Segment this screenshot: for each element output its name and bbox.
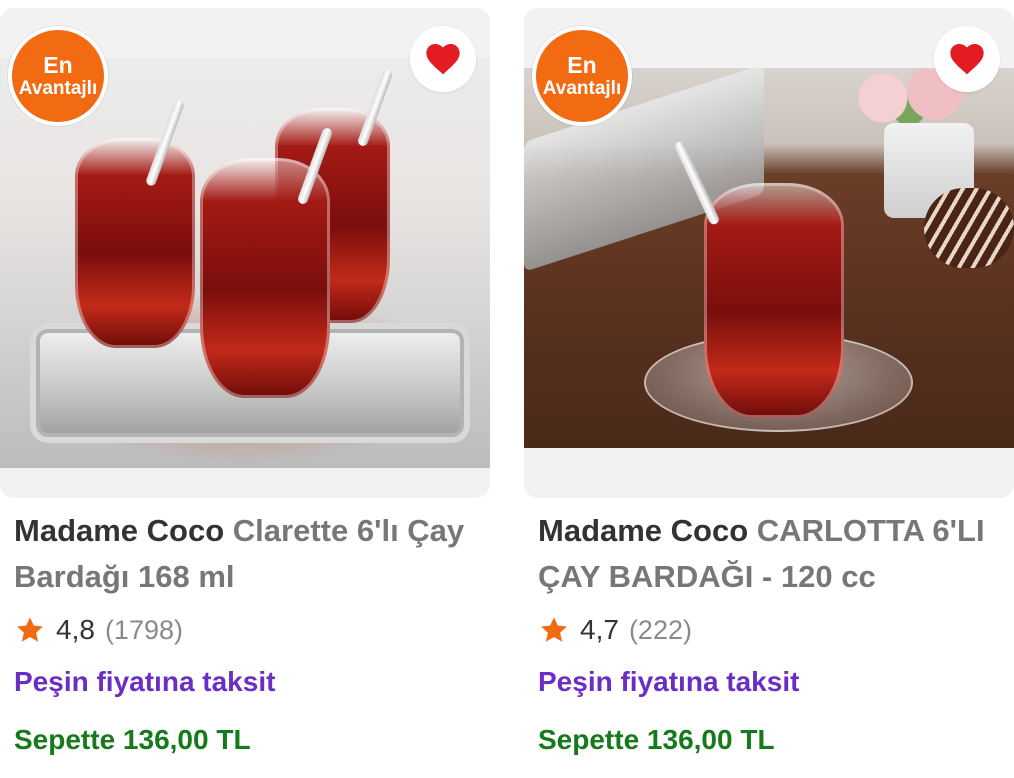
product-card[interactable]: En Avantajlı Madame Coco Clarette 6'lı Ç… <box>0 0 490 778</box>
rating-row: 4,8 (1798) <box>14 610 183 650</box>
basket-price: Sepette 136,00 TL <box>14 724 251 755</box>
best-deal-badge: En Avantajlı <box>532 26 632 126</box>
product-image-frame[interactable]: En Avantajlı <box>524 8 1014 498</box>
star-icon <box>538 614 570 646</box>
product-title[interactable]: Madame Coco CARLOTTA 6'LI ÇAY BARDAĞI - … <box>538 508 1008 600</box>
product-grid: En Avantajlı Madame Coco Clarette 6'lı Ç… <box>0 0 1014 778</box>
badge-line2: Avantajlı <box>542 77 622 99</box>
installment-label: Peşin fiyatına taksit <box>538 666 800 697</box>
heart-icon <box>426 44 460 75</box>
product-title[interactable]: Madame Coco Clarette 6'lı Çay Bardağı 16… <box>14 508 484 600</box>
rating-value: 4,8 <box>56 614 95 645</box>
tea-glass <box>75 138 195 348</box>
chocolate-dessert <box>924 188 1014 268</box>
best-deal-badge: En Avantajlı <box>8 26 108 126</box>
rating-value: 4,7 <box>580 614 619 645</box>
product-card[interactable]: En Avantajlı Madame Coco CARLOTTA 6'LI Ç… <box>524 0 1014 778</box>
product-image[interactable] <box>524 68 1014 448</box>
badge-line2: Avantajlı <box>18 77 98 99</box>
installment-label: Peşin fiyatına taksit <box>14 666 276 697</box>
basket-price: Sepette 136,00 TL <box>538 724 775 755</box>
star-icon <box>14 614 46 646</box>
favorite-button[interactable] <box>934 26 1000 92</box>
badge-line1: En <box>567 51 597 78</box>
favorite-button[interactable] <box>410 26 476 92</box>
product-brand: Madame Coco <box>14 513 225 548</box>
review-count: (1798) <box>104 614 183 645</box>
product-image-frame[interactable]: En Avantajlı <box>0 8 490 498</box>
heart-icon <box>950 44 984 75</box>
badge-line1: En <box>43 51 73 78</box>
product-brand: Madame Coco <box>538 513 749 548</box>
tea-glass <box>704 183 844 418</box>
rating-row: 4,7 (222) <box>538 610 692 650</box>
tea-glass <box>200 158 330 398</box>
review-count: (222) <box>628 614 692 645</box>
